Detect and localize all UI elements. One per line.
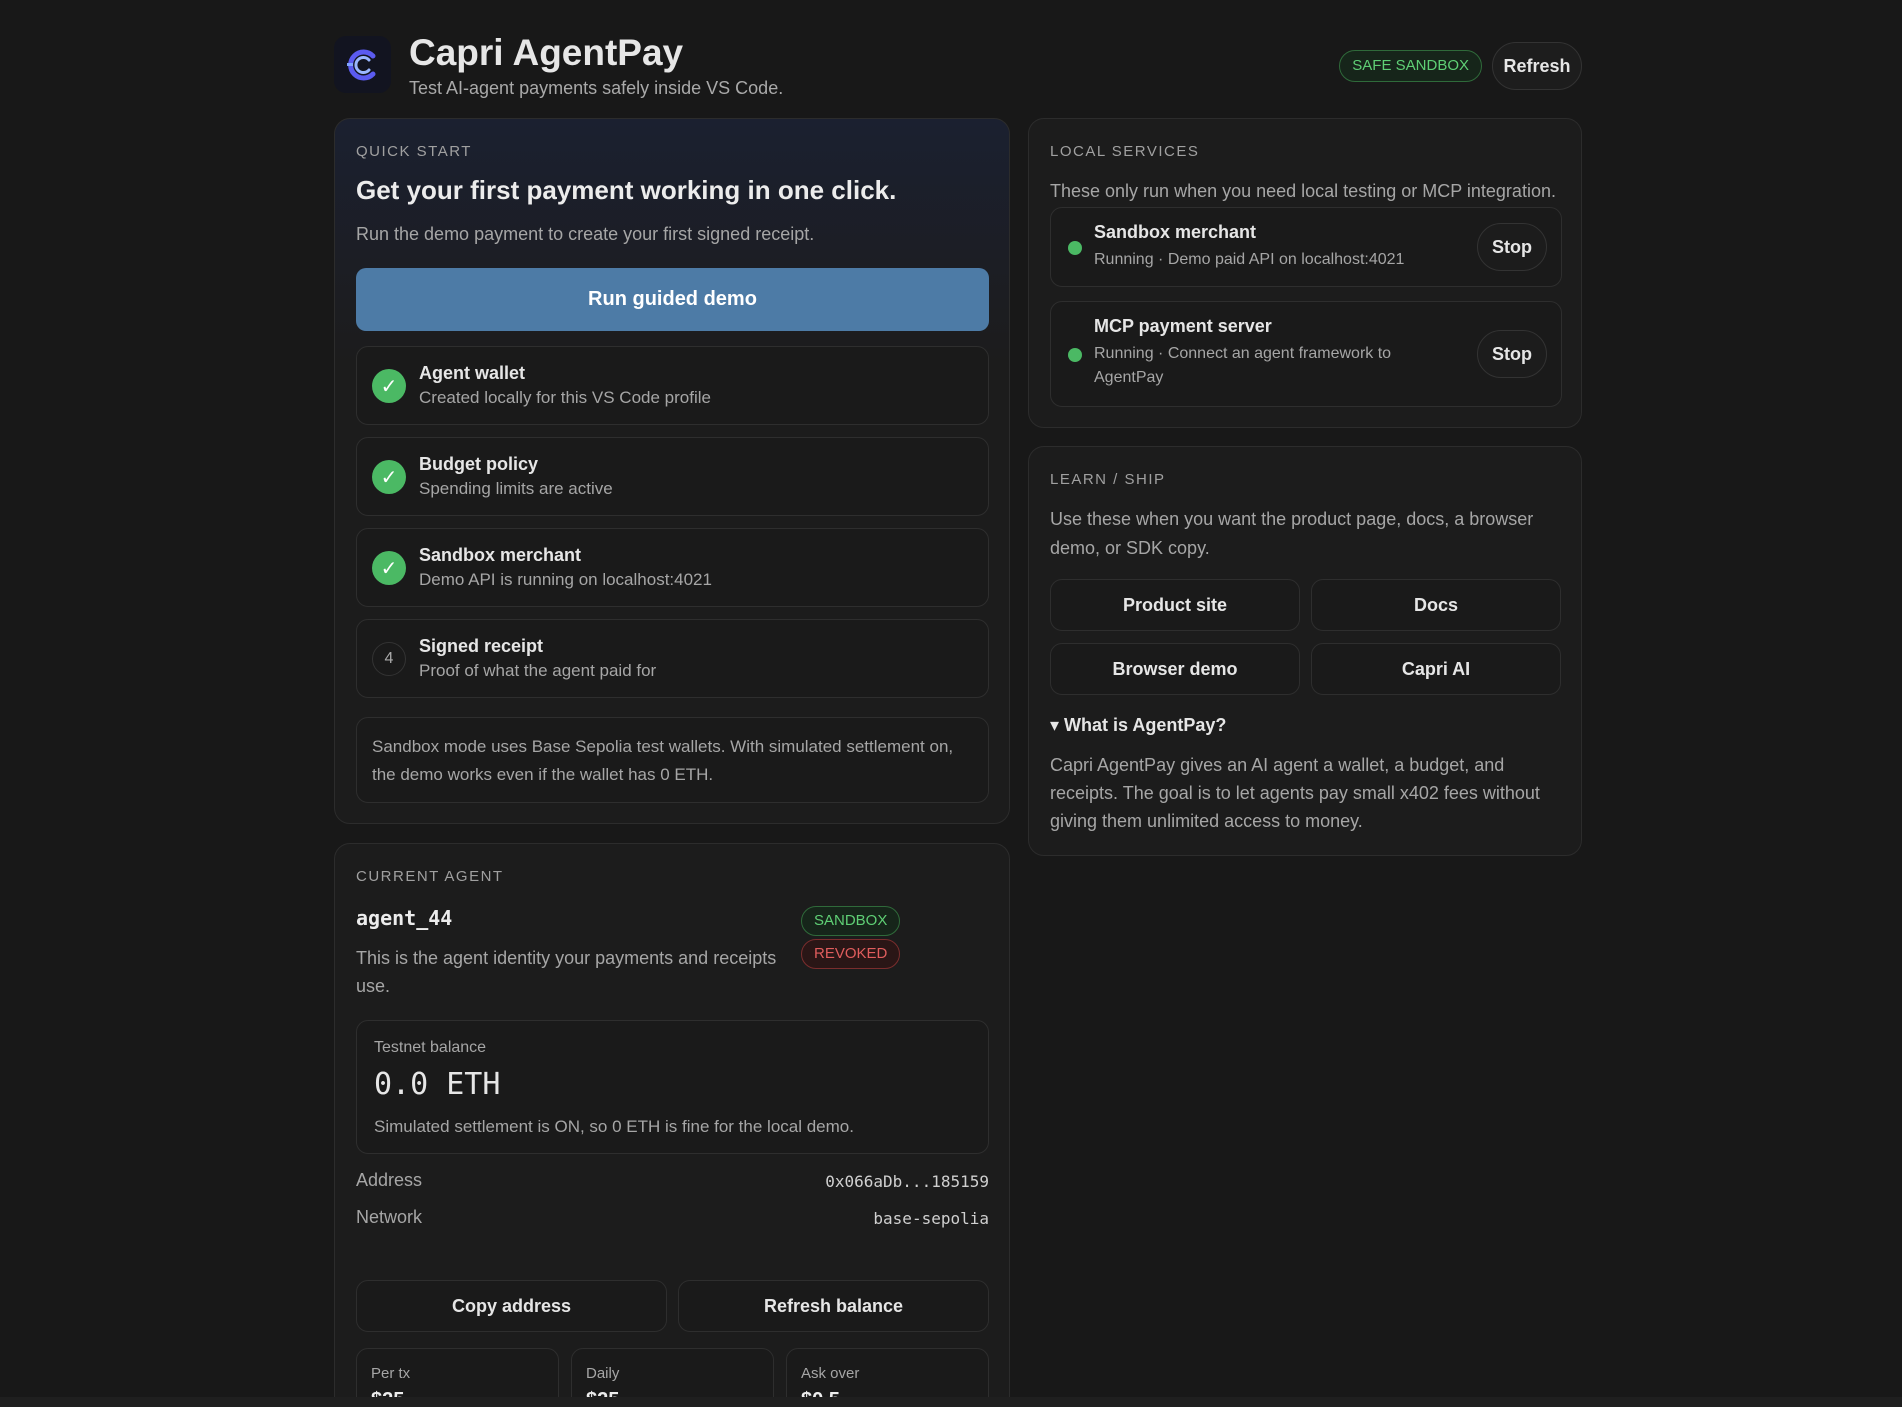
check-icon: ✓ [372,369,406,403]
bottom-strip [0,1397,1902,1407]
docs-button[interactable]: Docs [1311,579,1561,631]
check-icon: ✓ [372,551,406,585]
service-name: Sandbox merchant [1094,222,1257,242]
step-number: 4 [372,642,406,676]
copy-address-button[interactable]: Copy address [356,1280,667,1332]
balance-note: Simulated settlement is ON, so 0 ETH is … [374,1117,854,1136]
safe-sandbox-badge: SAFE SANDBOX [1339,50,1482,82]
limit-label: Daily [586,1365,620,1382]
app-subtitle: Test AI-agent payments safely inside VS … [409,78,784,98]
step-title: Agent wallet [419,363,526,383]
step-title: Sandbox merchant [419,545,582,565]
sandbox-badge: SANDBOX [801,906,901,936]
refresh-button[interactable]: Refresh [1492,42,1582,90]
address-value: 0x066aDb...185159 [825,1172,989,1191]
app-root: Capri AgentPay Test AI-agent payments sa… [334,30,1582,1407]
service-name: MCP payment server [1094,316,1272,336]
browser-demo-button[interactable]: Browser demo [1050,643,1300,695]
network-label: Network [356,1207,423,1227]
service-status: Running · Demo paid API on localhost:402… [1094,251,1405,268]
balance-value: 0.0 ETH [374,1067,501,1102]
quick-start-eyebrow: QUICK START [356,143,472,160]
current-agent-card: CURRENT AGENT agent_44 This is the agent… [334,843,1010,1407]
address-row: Address 0x066aDb...185159 [356,1170,989,1196]
balance-panel: Testnet balance 0.0 ETH Simulated settle… [356,1020,989,1154]
network-value: base-sepolia [873,1209,989,1228]
network-row: Network base-sepolia [356,1207,989,1233]
quick-start-lead: Run the demo payment to create your firs… [356,224,815,244]
quick-start-heading: Get your first payment working in one cl… [356,175,897,205]
stop-button[interactable]: Stop [1477,223,1547,271]
local-services-eyebrow: LOCAL SERVICES [1050,143,1200,160]
quick-start-card: QUICK START Get your first payment worki… [334,118,1010,824]
app-title: Capri AgentPay [409,32,684,73]
limit-label: Per tx [371,1365,411,1382]
capri-logo-icon [334,36,391,93]
step-title: Budget policy [419,454,539,474]
sandbox-note: Sandbox mode uses Base Sepolia test wall… [356,717,989,803]
stop-button[interactable]: Stop [1477,330,1547,378]
learn-ship-card: LEARN / SHIP Use these when you want the… [1028,446,1582,856]
revoked-badge: REVOKED [801,939,901,969]
what-is-agentpay-toggle[interactable]: ▾ What is AgentPay? [1050,715,1226,736]
step-desc: Spending limits are active [419,479,613,498]
run-guided-demo-button[interactable]: Run guided demo [356,268,989,331]
status-dot-icon [1068,348,1082,362]
capri-ai-button[interactable]: Capri AI [1311,643,1561,695]
step-desc: Demo API is running on localhost:4021 [419,570,712,589]
limit-label: Ask over [801,1365,860,1382]
current-agent-eyebrow: CURRENT AGENT [356,868,504,885]
local-services-card: LOCAL SERVICES These only run when you n… [1028,118,1582,428]
local-services-lead: These only run when you need local testi… [1050,181,1556,201]
learn-ship-eyebrow: LEARN / SHIP [1050,471,1166,488]
product-site-button[interactable]: Product site [1050,579,1300,631]
step-signed-receipt: 4 Signed receipt Proof of what the agent… [356,619,989,698]
step-desc: Created locally for this VS Code profile [419,388,711,407]
address-label: Address [356,1170,423,1190]
service-sandbox-merchant: Sandbox merchant Running · Demo paid API… [1050,207,1562,287]
service-mcp-payment-server: MCP payment server Running · Connect an … [1050,301,1562,407]
page-header: Capri AgentPay Test AI-agent payments sa… [334,30,1582,110]
agent-name: agent_44 [356,906,453,930]
step-budget-policy: ✓ Budget policy Spending limits are acti… [356,437,989,516]
step-desc: Proof of what the agent paid for [419,661,657,680]
agent-desc: This is the agent identity your payments… [356,948,777,996]
what-is-agentpay-body: Capri AgentPay gives an AI agent a walle… [1050,755,1540,831]
step-title: Signed receipt [419,636,544,656]
step-sandbox-merchant: ✓ Sandbox merchant Demo API is running o… [356,528,989,607]
learn-ship-lead: Use these when you want the product page… [1050,509,1534,558]
balance-label: Testnet balance [374,1039,487,1056]
service-status: Running · Connect an agent framework to … [1094,345,1392,386]
step-agent-wallet: ✓ Agent wallet Created locally for this … [356,346,989,425]
status-dot-icon [1068,241,1082,255]
check-icon: ✓ [372,460,406,494]
refresh-balance-button[interactable]: Refresh balance [678,1280,989,1332]
